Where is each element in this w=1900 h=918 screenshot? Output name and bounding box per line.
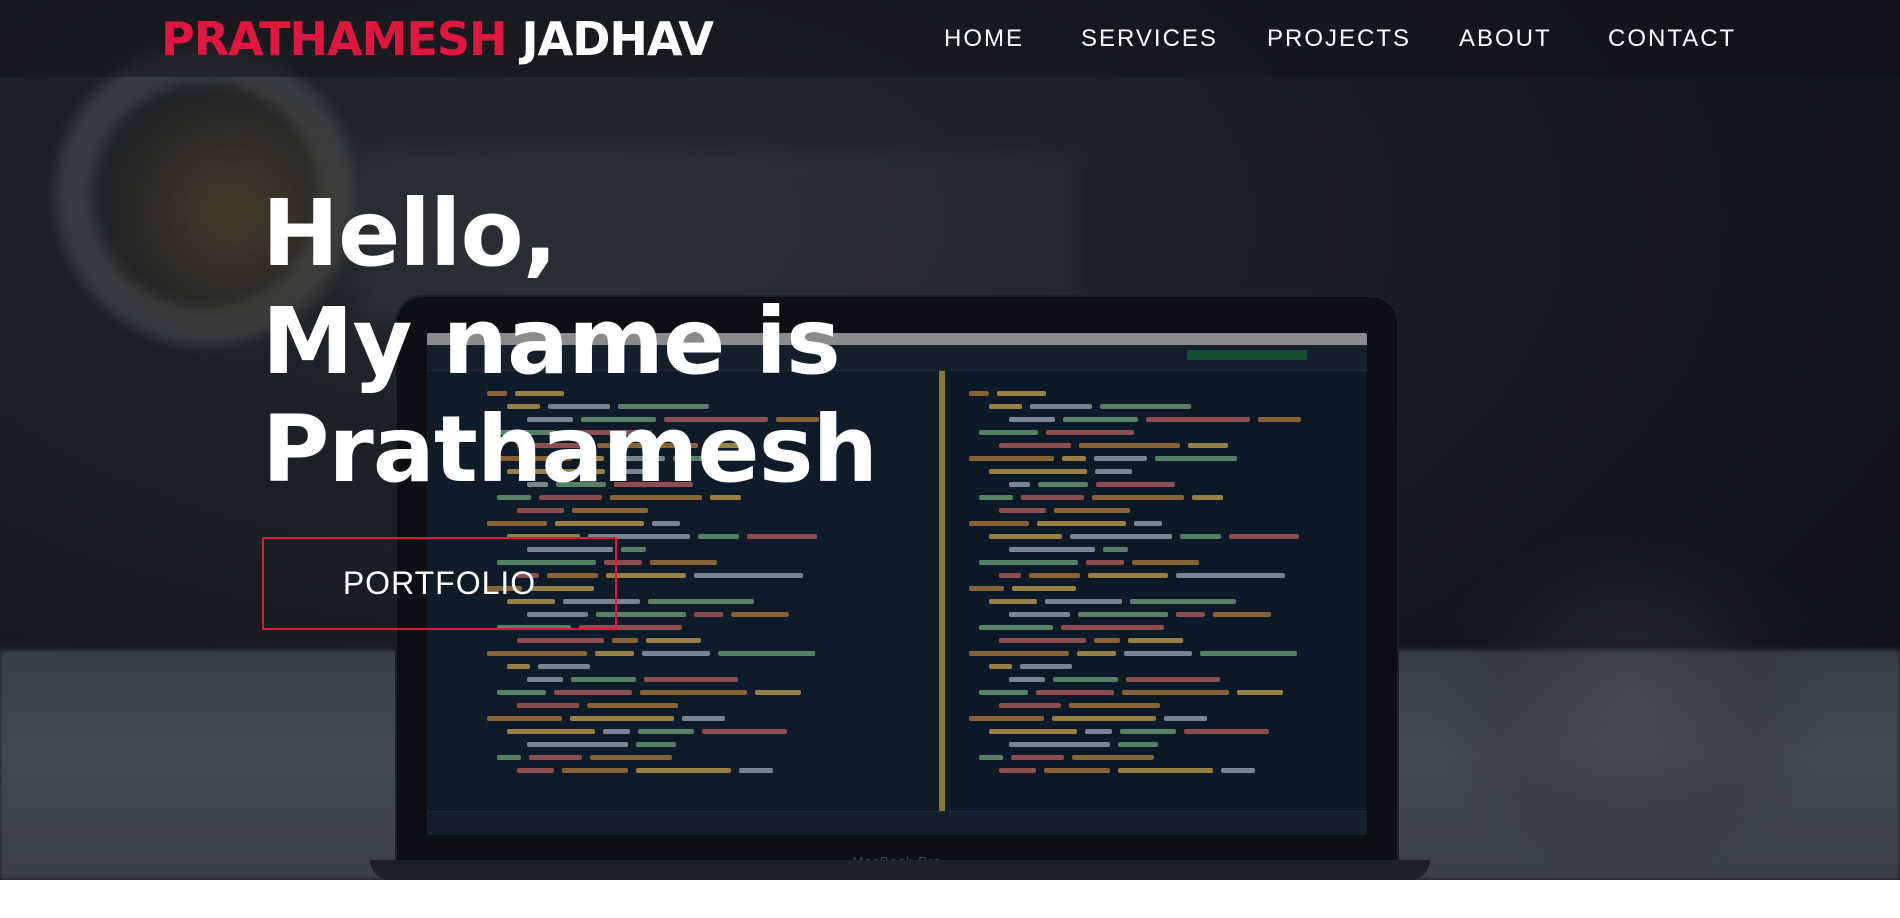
nav-link-about[interactable]: ABOUT	[1459, 24, 1552, 54]
portfolio-button[interactable]: PORTFOLIO	[262, 537, 617, 630]
headline-line-1: Hello,	[262, 180, 558, 287]
brand-logo[interactable]: PRATHAMESH JADHAV	[161, 12, 714, 66]
nav-link-projects[interactable]: PROJECTS	[1267, 24, 1411, 54]
headline-line-2: My name is	[262, 288, 841, 395]
hero-section: MacBook Pro Hello, My name is Prathamesh…	[0, 0, 1900, 880]
nav-link-home[interactable]: HOME	[944, 24, 1024, 54]
nav-link-contact[interactable]: CONTACT	[1608, 24, 1736, 54]
top-navbar: PRATHAMESH JADHAV HOME SERVICES PROJECTS…	[0, 0, 1900, 77]
brand-first-name: PRATHAMESH	[161, 12, 507, 66]
brand-last-name: JADHAV	[521, 12, 713, 66]
hero-headline: Hello, My name is Prathamesh	[262, 180, 878, 504]
next-section	[0, 880, 1900, 918]
headline-line-3: Prathamesh	[262, 396, 878, 503]
nav-link-services[interactable]: SERVICES	[1081, 24, 1218, 54]
